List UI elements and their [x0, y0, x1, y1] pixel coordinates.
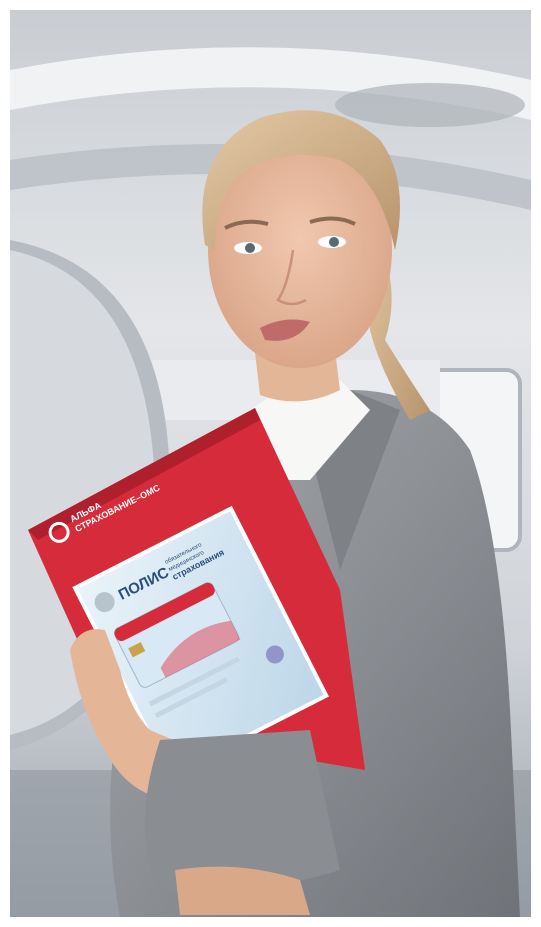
advertisement-photo: АЛЬФА СТРАХОВАНИЕ–ОМС ПОЛИС обязательног… [10, 10, 531, 917]
iris-left [245, 243, 255, 253]
ceiling-light [335, 83, 525, 127]
scene: АЛЬФА СТРАХОВАНИЕ–ОМС ПОЛИС обязательног… [10, 10, 531, 917]
iris-right [329, 237, 339, 247]
